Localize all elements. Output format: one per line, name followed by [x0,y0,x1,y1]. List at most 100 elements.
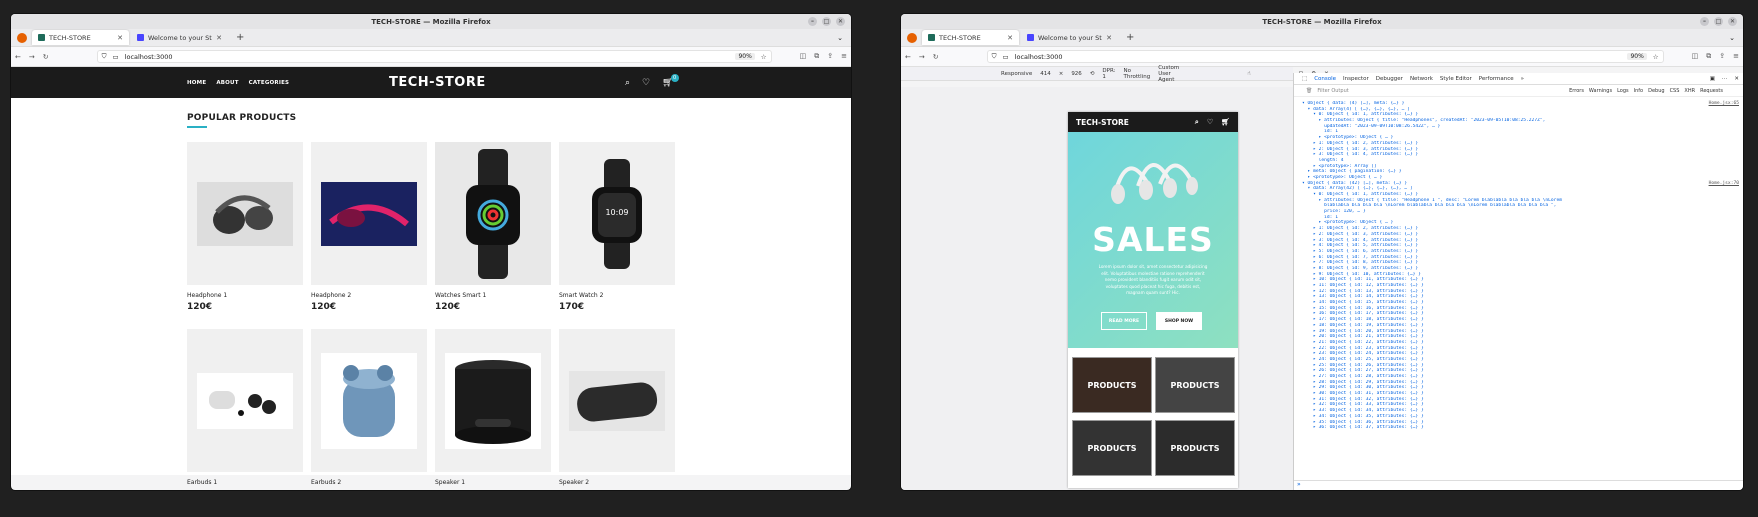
more-tabs-icon[interactable]: » [1521,76,1524,82]
shop-now-button[interactable]: SHOP NOW [1156,312,1202,330]
shield-icon[interactable]: ⛉ [992,52,997,61]
tab-console[interactable]: Console [1314,76,1336,82]
level-info[interactable]: Info [1634,88,1643,94]
product-card[interactable]: Earbuds 1 [187,329,303,486]
product-card[interactable]: Speaker 2 [559,329,675,486]
devtools-menu-icon[interactable]: ⋯ [1722,76,1728,82]
product-image[interactable] [559,329,675,472]
level-warnings[interactable]: Warnings [1589,88,1612,94]
share-icon[interactable]: ⇪ [827,52,833,61]
product-name[interactable]: Speaker 2 [559,479,675,486]
read-more-button[interactable]: READ MORE [1101,312,1147,330]
throttle-select[interactable]: No Throttling [1123,68,1150,80]
heart-icon[interactable]: ♡ [1207,118,1213,127]
filter-input[interactable]: Filter Output [1317,88,1348,94]
store-logo[interactable]: TECH-STORE [389,75,486,90]
filter-css[interactable]: CSS [1670,88,1680,94]
extensions-icon[interactable]: ⧉ [814,52,819,61]
new-tab-icon[interactable]: + [230,32,250,43]
nav-home[interactable]: HOME [187,80,206,86]
close-icon[interactable]: ✕ [1728,17,1737,26]
log-source-link[interactable]: Home.jsx:70 [1709,181,1739,187]
tab-debugger[interactable]: Debugger [1376,76,1403,82]
pocket-icon[interactable]: ◫ [800,52,807,61]
close-tab-icon[interactable]: ✕ [1007,34,1013,42]
close-icon[interactable]: ✕ [836,17,845,26]
close-tab-icon[interactable]: ✕ [216,34,222,42]
product-image[interactable] [435,142,551,285]
reload-icon[interactable]: ↻ [43,53,49,61]
product-name[interactable]: Smart Watch 2 [559,292,675,299]
touch-icon[interactable]: ☝ [1247,71,1250,77]
search-icon[interactable]: ⌕ [625,78,630,88]
extensions-icon[interactable]: ⧉ [1706,52,1711,61]
tab-strapi[interactable]: Welcome to your Strapi a ✕ [1021,30,1118,45]
bookmark-star-icon[interactable]: ☆ [1653,53,1659,61]
url-text[interactable]: localhost:3000 [1015,53,1063,61]
level-logs[interactable]: Logs [1617,88,1629,94]
product-card[interactable]: Headphone 2 120€ [311,142,427,312]
product-card[interactable]: 10:09 Smart Watch 2 170€ [559,142,675,312]
nav-about[interactable]: ABOUT [216,80,238,86]
url-text[interactable]: localhost:3000 [125,53,173,61]
level-debug[interactable]: Debug [1648,88,1664,94]
product-image[interactable] [187,329,303,472]
product-name[interactable]: Headphone 2 [311,292,427,299]
firefox-view-icon[interactable] [907,32,917,43]
category-tile[interactable]: PRODUCTS [1155,357,1235,413]
heart-icon[interactable]: ♡ [642,78,650,88]
menu-icon[interactable]: ≡ [841,52,847,61]
product-image[interactable] [311,142,427,285]
category-tile[interactable]: PRODUCTS [1072,420,1152,476]
tab-techstore[interactable]: TECH-STORE ✕ [922,30,1019,45]
product-name[interactable]: Watches Smart 1 [435,292,551,299]
category-tile[interactable]: PRODUCTS [1155,420,1235,476]
rotate-icon[interactable]: ⟲ [1090,71,1095,77]
list-tabs-icon[interactable]: ⌄ [1729,34,1735,42]
close-tab-icon[interactable]: ✕ [1106,34,1112,42]
product-name[interactable]: Earbuds 2 [311,479,427,486]
nav-categories[interactable]: CATEGORIES [249,80,290,86]
product-card[interactable]: Watches Smart 1 120€ [435,142,551,312]
menu-icon[interactable]: ≡ [1733,52,1739,61]
url-bar[interactable]: ⛉ ▭ localhost:3000 90% ☆ [96,50,772,63]
search-icon[interactable]: ⌕ [1195,118,1199,127]
console-log-line[interactable]: ▸ 36: Object { id: 37, attributes: {…} } [1302,425,1743,431]
filter-xhr[interactable]: XHR [1684,88,1695,94]
back-icon[interactable]: ← [905,53,911,61]
product-image[interactable]: 10:09 [559,142,675,285]
cart-icon[interactable]: 🛒︎ [1221,118,1230,127]
product-image[interactable] [311,329,427,472]
product-name[interactable]: Earbuds 1 [187,479,303,486]
zoom-indicator[interactable]: 90% [735,53,755,60]
close-tab-icon[interactable]: ✕ [117,34,123,42]
product-card[interactable]: Speaker 1 [435,329,551,486]
tab-inspector[interactable]: Inspector [1343,76,1369,82]
back-icon[interactable]: ← [15,53,21,61]
product-card[interactable]: Headphone 1 120€ [187,142,303,312]
product-image[interactable] [435,329,551,472]
share-icon[interactable]: ⇪ [1719,52,1725,61]
reload-icon[interactable]: ↻ [933,53,939,61]
forward-icon[interactable]: → [919,53,925,61]
tab-strapi[interactable]: Welcome to your Strapi a ✕ [131,30,228,45]
minimize-icon[interactable]: – [1700,17,1709,26]
product-name[interactable]: Headphone 1 [187,292,303,299]
trash-icon[interactable]: 🗑︎ [1306,88,1312,94]
product-name[interactable]: Speaker 1 [435,479,551,486]
console-input[interactable]: » [1294,480,1743,490]
height-input[interactable]: 926 [1071,71,1082,77]
tab-performance[interactable]: Performance [1479,76,1514,82]
shield-icon[interactable]: ⛉ [102,52,107,61]
dpr-select[interactable]: DPR: 1 [1102,68,1115,80]
ua-input[interactable]: Custom User Agent [1158,65,1179,83]
zoom-indicator[interactable]: 90% [1627,53,1647,60]
product-card[interactable]: Earbuds 2 [311,329,427,486]
firefox-view-icon[interactable] [17,32,27,43]
category-tile[interactable]: PRODUCTS [1072,357,1152,413]
tab-style-editor[interactable]: Style Editor [1440,76,1472,82]
minimize-icon[interactable]: – [808,17,817,26]
filter-requests[interactable]: Requests [1700,88,1723,94]
mobile-logo[interactable]: TECH-STORE [1076,118,1129,127]
maximize-icon[interactable]: □ [822,17,831,26]
